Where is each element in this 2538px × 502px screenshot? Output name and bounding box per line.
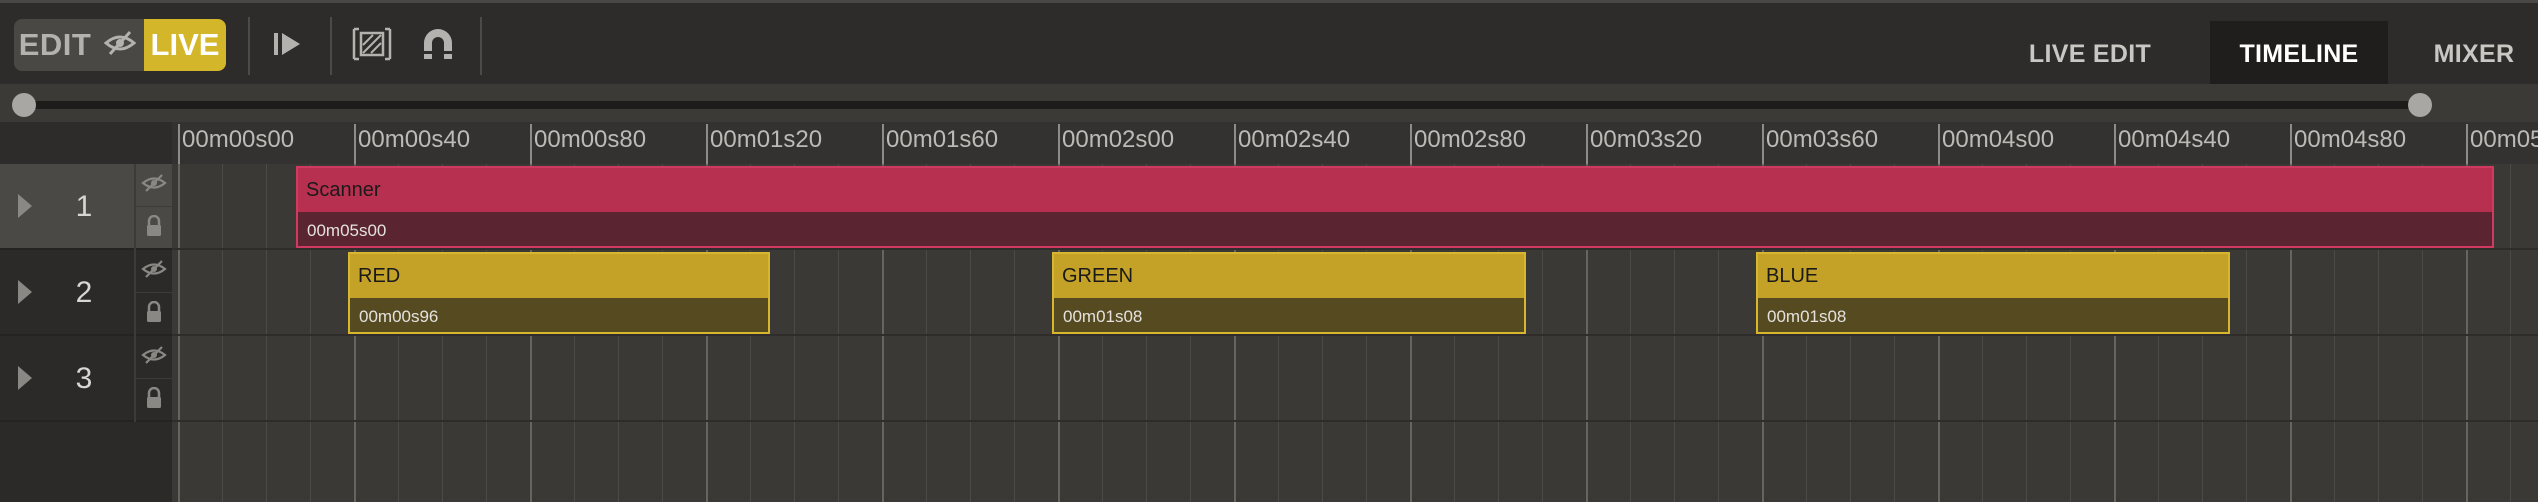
track-header-2[interactable]: 2 (0, 250, 172, 336)
timeline-grid[interactable]: Scanner 00m05s00 RED 00m00s96 GREEN 00m01s08 B… (172, 164, 2538, 502)
clip-green[interactable]: GREEN 00m01s08 (1052, 252, 1526, 334)
ruler-tick (1410, 124, 1412, 164)
track-header-1[interactable]: 1 (0, 164, 172, 250)
lock-icon (146, 300, 162, 328)
snap-button[interactable] (414, 23, 462, 69)
ruler-tick (178, 124, 180, 164)
ruler-tick (530, 124, 532, 164)
track-number: 3 (75, 362, 93, 395)
track-lock-toggle[interactable] (134, 293, 172, 336)
expand-arrow-icon[interactable] (18, 280, 32, 304)
track-visibility-toggle[interactable] (134, 250, 172, 293)
eye-slash-icon (141, 345, 167, 370)
ruler-tick (354, 124, 356, 164)
grid-line (178, 164, 180, 502)
eye-slash-icon (141, 259, 167, 284)
ruler-tick (2114, 124, 2116, 164)
grid-line (266, 164, 267, 502)
ruler-tick-label: 00m01s60 (886, 126, 999, 153)
grid-line (222, 164, 223, 502)
scroll-track[interactable] (22, 101, 2422, 109)
ruler-tick (1058, 124, 1060, 164)
live-mode-button[interactable]: LIVE (144, 19, 226, 71)
grid-line (2510, 164, 2511, 502)
time-ruler[interactable]: 00m00s00 00m00s40 00m00s80 00m01s20 00m01s60… (172, 122, 2538, 164)
tab-mixer[interactable]: MIXER (2410, 21, 2538, 87)
scroll-end-handle[interactable] (2408, 93, 2432, 117)
clip-duration: 00m01s08 (1054, 298, 1524, 332)
ruler-tick-label: 00m03s60 (1766, 126, 1879, 153)
tab-live-edit[interactable]: LIVE EDIT (2006, 21, 2174, 87)
track-number: 1 (75, 190, 93, 223)
toolbar-divider (480, 17, 482, 75)
expand-arrow-icon[interactable] (18, 194, 32, 218)
ruler-tick-label: 00m00s40 (358, 126, 471, 153)
lock-icon (146, 214, 162, 242)
track-lock-toggle[interactable] (134, 207, 172, 250)
track-separator (172, 334, 2538, 336)
toolbar: EDIT LIVE LIVE EDIT TIMELINE MIXER (0, 0, 2538, 87)
toolbar-divider (248, 17, 250, 75)
track-headers: 1 2 3 (0, 164, 172, 502)
ruler-tick (1762, 124, 1764, 164)
track-visibility-toggle[interactable] (134, 164, 172, 207)
ruler-tick-label: 00m02s80 (1414, 126, 1527, 153)
ruler-tick (2466, 124, 2468, 164)
ruler-tick-label: 00m00s00 (182, 126, 295, 153)
track-number: 2 (75, 276, 93, 309)
clip-name: BLUE (1758, 254, 2228, 298)
ruler-tick-label: 00m04s80 (2294, 126, 2407, 153)
selection-tool-button[interactable] (348, 23, 396, 69)
ruler-tick (1938, 124, 1940, 164)
ruler-tick-label: 00m05 (2470, 126, 2538, 153)
ruler-tick-label: 00m02s00 (1062, 126, 1175, 153)
ruler-tick (882, 124, 884, 164)
ruler-tick (1586, 124, 1588, 164)
lock-icon (146, 386, 162, 414)
scroll-start-handle[interactable] (12, 93, 36, 117)
eye-slash-icon (103, 29, 137, 62)
timeline-scrollbar[interactable] (0, 84, 2538, 122)
ruler-tick (706, 124, 708, 164)
tab-timeline[interactable]: TIMELINE (2210, 21, 2388, 87)
clip-scanner[interactable]: Scanner 00m05s00 (296, 166, 2494, 248)
clip-blue[interactable]: BLUE 00m01s08 (1756, 252, 2230, 334)
ruler-tick-label: 00m01s20 (710, 126, 823, 153)
ruler-tick (2290, 124, 2292, 164)
track-header-3[interactable]: 3 (0, 336, 172, 422)
play-from-start-icon (271, 29, 305, 64)
clip-red[interactable]: RED 00m00s96 (348, 252, 770, 334)
ruler-corner (0, 122, 172, 164)
ruler-tick-label: 00m04s40 (2118, 126, 2231, 153)
track-lock-toggle[interactable] (134, 379, 172, 422)
ruler-tick-label: 00m02s40 (1238, 126, 1351, 153)
ruler-tick (1234, 124, 1236, 164)
hide-toggle-button[interactable] (96, 19, 144, 71)
clip-name: GREEN (1054, 254, 1524, 298)
clip-duration: 00m00s96 (350, 298, 768, 332)
ruler-tick-label: 00m00s80 (534, 126, 647, 153)
mode-toggle-group: EDIT LIVE (14, 19, 226, 71)
edit-mode-button[interactable]: EDIT (14, 19, 96, 71)
selection-box-icon (351, 27, 393, 66)
eye-slash-icon (141, 173, 167, 198)
clip-duration: 00m01s08 (1758, 298, 2228, 332)
clip-duration: 00m05s00 (298, 212, 2492, 246)
ruler-tick-label: 00m03s20 (1590, 126, 1703, 153)
clip-name: Scanner (298, 168, 2492, 212)
clip-name: RED (350, 254, 768, 298)
toolbar-divider (330, 17, 332, 75)
track-separator (172, 248, 2538, 250)
play-button[interactable] (264, 23, 312, 69)
magnet-icon (420, 27, 456, 66)
track-visibility-toggle[interactable] (134, 336, 172, 379)
track-separator (172, 420, 2538, 422)
expand-arrow-icon[interactable] (18, 366, 32, 390)
ruler-tick-label: 00m04s00 (1942, 126, 2055, 153)
